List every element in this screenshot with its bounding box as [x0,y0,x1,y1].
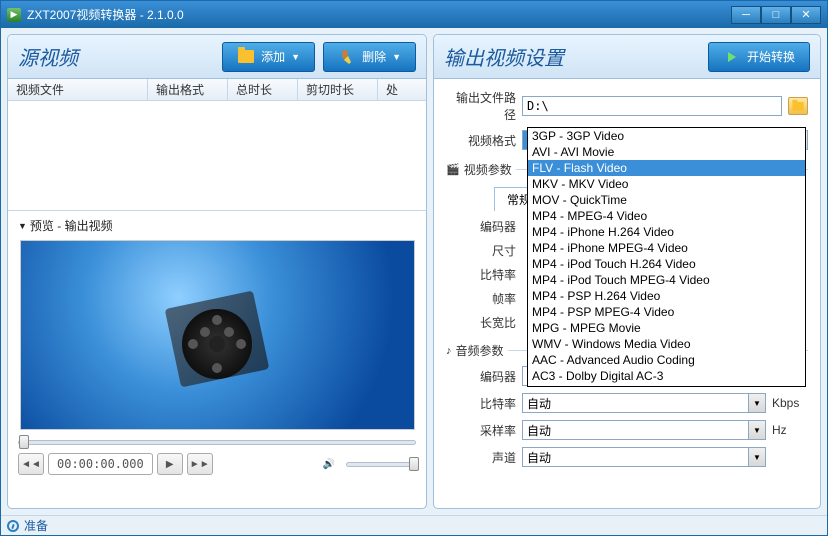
start-button[interactable]: 开始转换 [708,42,810,72]
chevron-down-icon: ▼ [291,52,300,62]
outpath-input[interactable] [522,96,782,116]
hz-label: Hz [772,423,808,437]
add-button[interactable]: 添加 ▼ [222,42,315,72]
format-option[interactable]: MPG - MPEG Movie [528,320,805,336]
format-option[interactable]: WMV - Windows Media Video [528,336,805,352]
vbitrate-label: 比特率 [446,266,516,283]
preview-label: 预览 - 输出视频 [30,217,113,234]
a-encoder-label: 编码器 [446,368,516,385]
format-option[interactable]: FLV - Flash Video [528,160,805,176]
format-option[interactable]: MP4 - iPhone MPEG-4 Video [528,240,805,256]
source-panel: 源视频 添加 ▼ 删除 ▼ 视频文件 输出格式 总时长 剪切时长 [7,34,427,509]
preview-toggle[interactable]: ▼ 预览 - 输出视频 [18,217,416,234]
format-option[interactable]: MP4 - iPod Touch H.264 Video [528,256,805,272]
add-label: 添加 [261,48,285,65]
col-file[interactable]: 视频文件 [8,79,148,100]
fps-label: 帧率 [446,290,516,307]
seek-thumb[interactable] [19,435,29,449]
size-label: 尺寸 [446,242,516,259]
aspect-label: 长宽比 [446,314,516,331]
minimize-button[interactable]: ─ [731,6,761,24]
format-option[interactable]: MOV - QuickTime [528,192,805,208]
output-title: 输出视频设置 [444,42,700,71]
a-bitrate-label: 比特率 [446,395,516,412]
col-process[interactable]: 处 [378,79,426,100]
volume-icon[interactable]: 🔊 [316,453,342,475]
play-icon [723,48,741,66]
statusbar: 准备 [1,515,827,535]
col-cut[interactable]: 剪切时长 [298,79,378,100]
time-display: 00:00:00.000 [48,453,153,475]
status-icon [7,520,19,532]
format-option[interactable]: MP4 - iPod Touch MPEG-4 Video [528,272,805,288]
maximize-button[interactable]: □ [761,6,791,24]
kbps-label: Kbps [772,396,808,410]
format-option[interactable]: AVI - AVI Movie [528,144,805,160]
titlebar[interactable]: ▶ ZXT2007视频转换器 - 2.1.0.0 ─ □ ✕ [1,1,827,28]
chevron-down-icon: ▼ [18,221,27,231]
format-option[interactable]: MP4 - MPEG-4 Video [528,208,805,224]
chevron-down-icon: ▼ [392,52,401,62]
a-sample-label: 采样率 [446,422,516,439]
delete-label: 删除 [362,48,386,65]
col-format[interactable]: 输出格式 [148,79,228,100]
outpath-label: 输出文件路径 [446,89,516,123]
audio-params-label: 音频参数 [456,342,504,359]
a-sample-select[interactable]: 自动▼ [522,420,766,440]
format-option[interactable]: AAC - Advanced Audio Coding [528,352,805,368]
seek-slider[interactable] [18,440,416,445]
delete-button[interactable]: 删除 ▼ [323,42,416,72]
play-button[interactable]: ▶ [157,453,183,475]
a-channel-select[interactable]: 自动▼ [522,447,766,467]
format-option[interactable]: 3GP - 3GP Video [528,128,805,144]
folder-icon [237,48,255,66]
table-header: 视频文件 输出格式 总时长 剪切时长 处 [8,79,426,101]
browse-button[interactable] [788,97,808,115]
chevron-down-icon: ▼ [748,421,765,439]
chevron-down-icon: ▼ [748,448,765,466]
format-label: 视频格式 [446,132,516,149]
volume-thumb[interactable] [409,457,419,471]
status-text: 准备 [24,517,48,534]
a-bitrate-select[interactable]: 自动▼ [522,393,766,413]
preview-image [20,240,415,430]
start-label: 开始转换 [747,48,795,65]
source-title: 源视频 [18,42,214,71]
format-option[interactable]: MP4 - iPhone H.264 Video [528,224,805,240]
format-option[interactable]: AC3 - Dolby Digital AC-3 [528,368,805,384]
video-icon: 🎬 [446,163,460,176]
window-title: ZXT2007视频转换器 - 2.1.0.0 [27,6,731,23]
chevron-down-icon: ▼ [748,394,765,412]
volume-slider[interactable] [346,462,416,467]
brush-icon [338,48,356,66]
encoder-label: 编码器 [446,218,516,235]
close-button[interactable]: ✕ [791,6,821,24]
prev-button[interactable]: ◄◄ [18,453,44,475]
next-button[interactable]: ►► [187,453,213,475]
music-icon: ♪ [446,345,452,357]
folder-icon [792,101,803,110]
col-duration[interactable]: 总时长 [228,79,298,100]
format-dropdown[interactable]: 3GP - 3GP VideoAVI - AVI MovieFLV - Flas… [527,127,806,387]
format-option[interactable]: MP4 - PSP MPEG-4 Video [528,304,805,320]
table-body[interactable] [8,101,426,211]
app-icon: ▶ [7,8,21,22]
format-option[interactable]: MKV - MKV Video [528,176,805,192]
a-channel-label: 声道 [446,449,516,466]
format-option[interactable]: MP4 - PSP H.264 Video [528,288,805,304]
format-option[interactable]: MP3 - MPEG Layer-3 Audio [528,384,805,387]
output-panel: 输出视频设置 开始转换 输出文件路径 视频格式 FLV - F [433,34,821,509]
video-params-label: 视频参数 [464,161,512,178]
